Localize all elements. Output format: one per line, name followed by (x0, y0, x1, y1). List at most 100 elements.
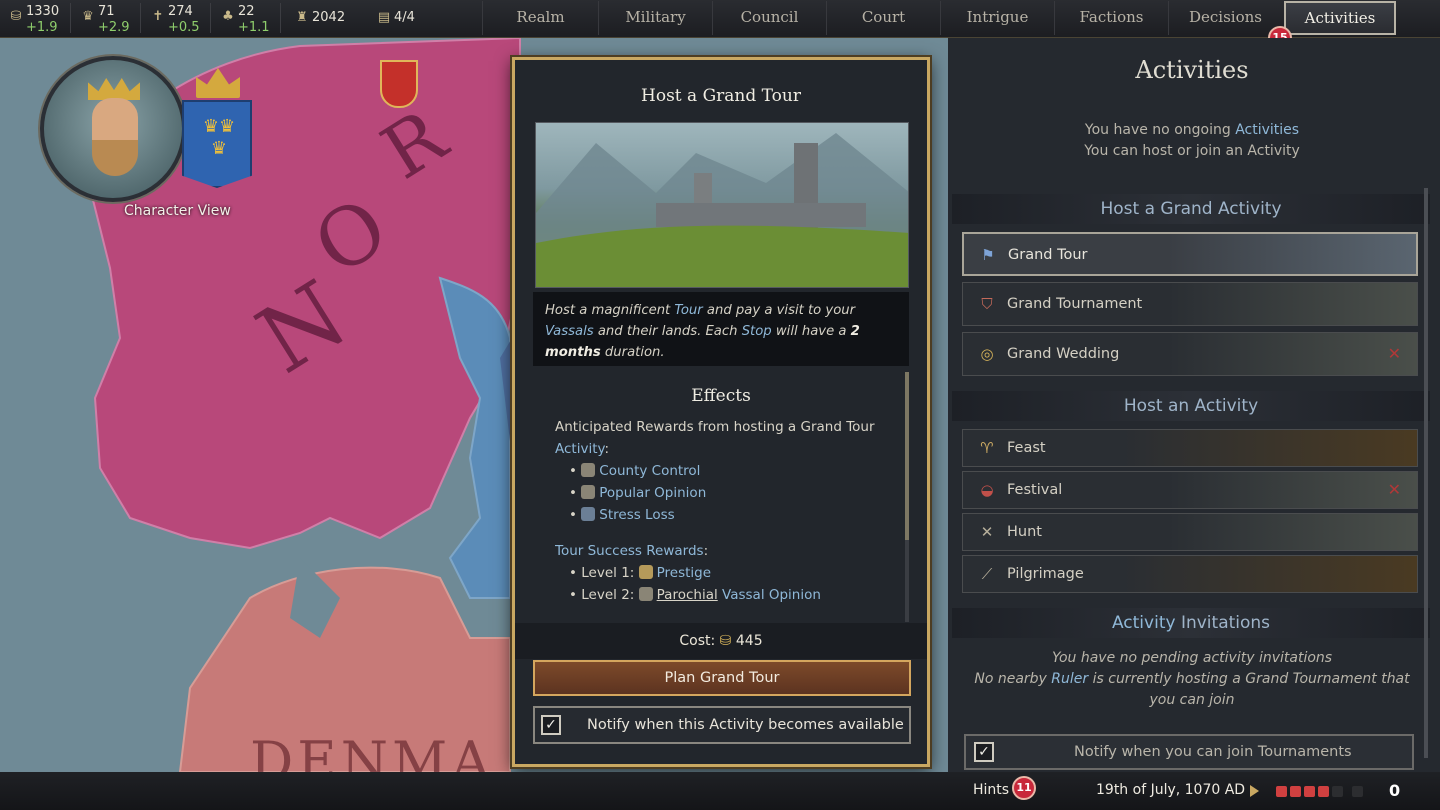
character-view-label[interactable]: Character View (124, 203, 231, 219)
rings-icon: ◎ (980, 345, 994, 363)
hosting-text: is currently hosting a Grand Tournament … (1088, 671, 1410, 687)
domain-resource[interactable]: ▤ 4/4 (372, 2, 432, 36)
notify-available-label: Notify when this Activity becomes availa… (587, 717, 904, 733)
activity-grand-tournament[interactable]: ⛉ Grand Tournament (962, 282, 1418, 326)
festival-bowl-icon: ◒ (980, 481, 994, 499)
activity-label: Festival (1007, 482, 1063, 498)
soldiers-icon: ♜ (296, 10, 308, 25)
notify-tournaments-toggle[interactable]: ✓ Notify when you can join Tournaments (964, 734, 1414, 770)
ruler-link[interactable]: Ruler (1051, 671, 1088, 687)
description-segment[interactable]: Vassals (545, 324, 594, 339)
gold-icon: ⛁ (10, 9, 22, 24)
tab-military[interactable]: Military (598, 1, 712, 35)
renown-resource[interactable]: ♣ 22 +1.1 (216, 2, 280, 36)
ongoing-text: You have no ongoing (1084, 122, 1236, 138)
gold-delta: +1.9 (26, 20, 58, 35)
prestige-resource[interactable]: ♛ 71 +2.9 (76, 2, 140, 36)
parochial-link[interactable]: Parochial (657, 587, 718, 603)
no-ruler-text: No nearby (974, 671, 1052, 687)
reward-label[interactable]: Popular Opinion (599, 485, 706, 501)
grand-activity-header: Host a Grand Activity (952, 194, 1430, 224)
activities-title: Activities (1135, 56, 1249, 84)
activity-label: Feast (1007, 440, 1046, 456)
norway-coat-of-arms[interactable] (380, 60, 418, 108)
speed-pip-5[interactable] (1332, 786, 1343, 797)
speed-pip-4[interactable] (1318, 786, 1329, 797)
tab-decisions[interactable]: Decisions (1168, 1, 1282, 35)
description-segment[interactable]: Stop (742, 324, 772, 339)
level-1-reward: Level 1: Prestige (555, 562, 895, 584)
tab-factions[interactable]: Factions (1054, 1, 1168, 35)
activities-link[interactable]: Activities (1235, 122, 1299, 138)
cost-value: 445 (735, 633, 763, 649)
goblet-icon: ♈ (980, 439, 994, 457)
character-portrait[interactable] (40, 56, 186, 202)
gold-resource[interactable]: ⛁ 1330 +1.9 (4, 2, 70, 36)
church-icon (638, 587, 653, 601)
plan-grand-tour-button[interactable]: Plan Grand Tour (533, 660, 911, 696)
renown-delta: +1.1 (238, 20, 270, 35)
reward-county-control: County Control (555, 460, 895, 482)
speed-pip-3[interactable] (1304, 786, 1315, 797)
tour-success-label[interactable]: Tour Success Rewards (555, 543, 704, 559)
top-bar: ⛁ 1330 +1.9 ♛ 71 +2.9 ✝ 274 +0.5 ♣ 22 +1… (0, 0, 1440, 38)
notify-available-toggle[interactable]: ✓ Notify when this Activity becomes avai… (533, 706, 911, 744)
soldiers-resource[interactable]: ♜ 2042 (290, 2, 370, 36)
crown-icon (88, 78, 140, 100)
activity-feast[interactable]: ♈ Feast (962, 429, 1418, 467)
activity-label: Grand Tournament (1007, 296, 1143, 312)
effects-scrollbar-thumb[interactable] (905, 372, 909, 540)
piety-resource[interactable]: ✝ 274 +0.5 (146, 2, 210, 36)
shield-tournament-icon: ⛉ (981, 295, 993, 313)
rewards-intro: Anticipated Rewards from hosting a Grand… (555, 419, 875, 435)
gold-value: 1330 (26, 4, 60, 19)
tab-intrigue[interactable]: Intrigue (940, 1, 1054, 35)
tab-activities[interactable]: Activities (1284, 1, 1396, 35)
tab-realm[interactable]: Realm (482, 1, 598, 35)
domain-value: 4/4 (394, 10, 415, 25)
prestige-value: 71 (98, 4, 115, 19)
activity-festival[interactable]: ◒ Festival ✕ (962, 471, 1418, 509)
game-speed-value: 0 (1389, 781, 1401, 800)
speed-pip-1[interactable] (1276, 786, 1287, 797)
activities-panel: Activities You have no ongoing Activitie… (948, 38, 1440, 772)
rewards-intro-colon: : (604, 441, 610, 457)
activity-grand-wedding[interactable]: ◎ Grand Wedding ✕ (962, 332, 1418, 376)
description-segment: Host a magnificent (545, 303, 675, 318)
activity-hunt[interactable]: ✕ Hunt (962, 513, 1418, 551)
cost-line: Cost: ⛁ 445 (515, 623, 927, 659)
game-date[interactable]: 19th of July, 1070 AD (1096, 782, 1245, 798)
gold-icon: ⛁ (715, 633, 736, 649)
activity-pilgrimage[interactable]: ⟋ Pilgrimage (962, 555, 1418, 593)
tour-success-colon: : (703, 543, 709, 559)
reward-popular-opinion: Popular Opinion (555, 482, 895, 504)
activities-scrollbar[interactable] (1424, 188, 1428, 758)
tab-court[interactable]: Court (826, 1, 940, 35)
notify-tournaments-label: Notify when you can join Tournaments (1074, 744, 1352, 760)
activity-link[interactable]: Activity (555, 441, 605, 457)
notify-available-checkbox[interactable]: ✓ (541, 715, 561, 735)
play-icon[interactable] (1250, 785, 1259, 797)
invitations-label: Invitations (1175, 613, 1271, 633)
activity-grand-tour[interactable]: ⚑ Grand Tour (962, 232, 1418, 276)
reward-stress-loss: Stress Loss (555, 504, 895, 526)
vassal-opinion-link[interactable]: Vassal Opinion (722, 587, 821, 603)
stress-icon (581, 507, 596, 521)
grand-tour-panel: Host a Grand Tour Host a magnificent Tou… (512, 57, 930, 767)
hints-button[interactable]: Hints (973, 782, 1009, 798)
three-crowns-icon: ♛♛ ♛ (202, 116, 236, 159)
piety-value: 274 (168, 4, 193, 19)
speed-pip-2[interactable] (1290, 786, 1301, 797)
level-reward[interactable]: Prestige (657, 565, 711, 581)
crossed-spears-icon: ✕ (980, 523, 994, 541)
speed-pip-6[interactable] (1352, 786, 1363, 797)
reward-label[interactable]: Stress Loss (599, 507, 674, 523)
realm-coat-of-arms[interactable]: ♛♛ ♛ (182, 100, 252, 188)
level-2-reward: Level 2: Parochial Vassal Opinion (555, 584, 895, 606)
tab-council[interactable]: Council (712, 1, 826, 35)
activity-link[interactable]: Activity (1112, 613, 1176, 633)
renown-icon: ♣ (222, 9, 234, 24)
reward-label[interactable]: County Control (599, 463, 700, 479)
description-segment[interactable]: Tour (674, 303, 702, 318)
notify-tournaments-checkbox[interactable]: ✓ (974, 742, 994, 762)
